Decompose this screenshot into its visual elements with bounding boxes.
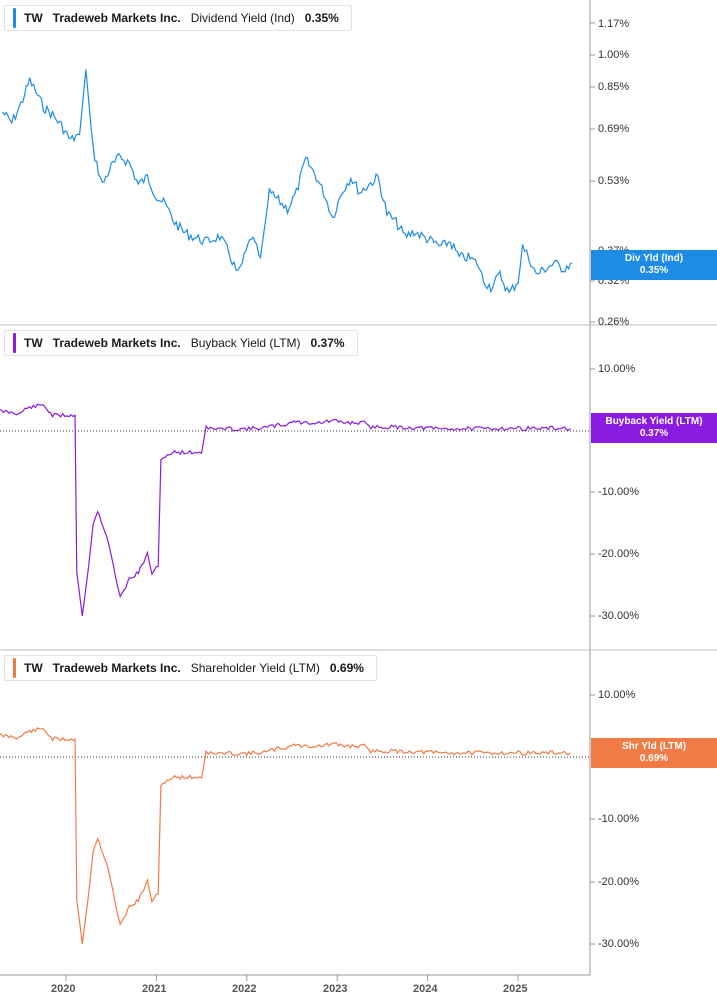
legend-dividend-yield[interactable]: TW Tradeweb Markets Inc. Dividend Yield … <box>4 5 352 31</box>
legend-ticker: TW <box>24 11 43 25</box>
legend-metric: Shareholder Yield (LTM) <box>190 661 320 675</box>
series-line-shareholder-yield <box>0 727 571 945</box>
tag-value: 0.35% <box>639 265 669 276</box>
legend-metric: Buyback Yield (LTM) <box>190 336 301 350</box>
legend-value: 0.35% <box>304 11 339 25</box>
legend-value: 0.37% <box>310 336 345 350</box>
series-line-dividend-yield <box>2 69 573 294</box>
x-tick-label: 2021 <box>142 983 167 995</box>
series-color-marker <box>13 8 16 28</box>
chart-canvas <box>0 0 717 981</box>
x-tick-label: 2023 <box>323 983 348 995</box>
y-tick-label: 0.69% <box>598 123 630 135</box>
tag-value: 0.69% <box>639 753 669 764</box>
tag-value: 0.37% <box>639 428 669 439</box>
current-value-tag-dividend: Div Yld (Ind) 0.35% <box>591 250 717 280</box>
y-tick-label: 10.00% <box>598 363 636 375</box>
y-tick-label: -10.00% <box>598 486 639 498</box>
x-tick-label: 2022 <box>232 983 257 995</box>
legend-company: Tradeweb Markets Inc. <box>52 11 181 25</box>
y-tick-label: -10.00% <box>598 813 639 825</box>
legend-buyback-yield[interactable]: TW Tradeweb Markets Inc. Buyback Yield (… <box>4 330 358 356</box>
legend-ticker: TW <box>24 336 43 350</box>
y-tick-label: -20.00% <box>598 876 639 888</box>
tag-label: Div Yld (Ind) <box>624 253 684 264</box>
legend-company: Tradeweb Markets Inc. <box>52 336 181 350</box>
current-value-tag-shareholder: Shr Yld (LTM) 0.69% <box>591 738 717 768</box>
y-tick-label: 1.17% <box>598 18 630 30</box>
y-tick-label: 0.53% <box>598 175 630 187</box>
x-tick-label: 2024 <box>413 983 438 995</box>
y-tick-label: -30.00% <box>598 938 639 950</box>
y-tick-label: -20.00% <box>598 548 639 560</box>
legend-company: Tradeweb Markets Inc. <box>52 661 181 675</box>
series-color-marker <box>13 658 16 678</box>
tag-label: Buyback Yield (LTM) <box>605 416 703 427</box>
y-tick-label: -30.00% <box>598 610 639 622</box>
legend-ticker: TW <box>24 661 43 675</box>
y-tick-label: 10.00% <box>598 689 636 701</box>
legend-shareholder-yield[interactable]: TW Tradeweb Markets Inc. Shareholder Yie… <box>4 655 377 681</box>
x-tick-label: 2025 <box>503 983 528 995</box>
tag-label: Shr Yld (LTM) <box>621 741 687 752</box>
legend-metric: Dividend Yield (Ind) <box>190 11 295 25</box>
y-tick-label: 0.85% <box>598 81 630 93</box>
current-value-tag-buyback: Buyback Yield (LTM) 0.37% <box>591 413 717 443</box>
series-line-buyback-yield <box>0 403 571 617</box>
x-tick-label: 2020 <box>51 983 76 995</box>
legend-value: 0.69% <box>329 661 364 675</box>
y-tick-label: 1.00% <box>598 49 630 61</box>
y-tick-label: 0.26% <box>598 316 630 328</box>
series-color-marker <box>13 333 16 353</box>
